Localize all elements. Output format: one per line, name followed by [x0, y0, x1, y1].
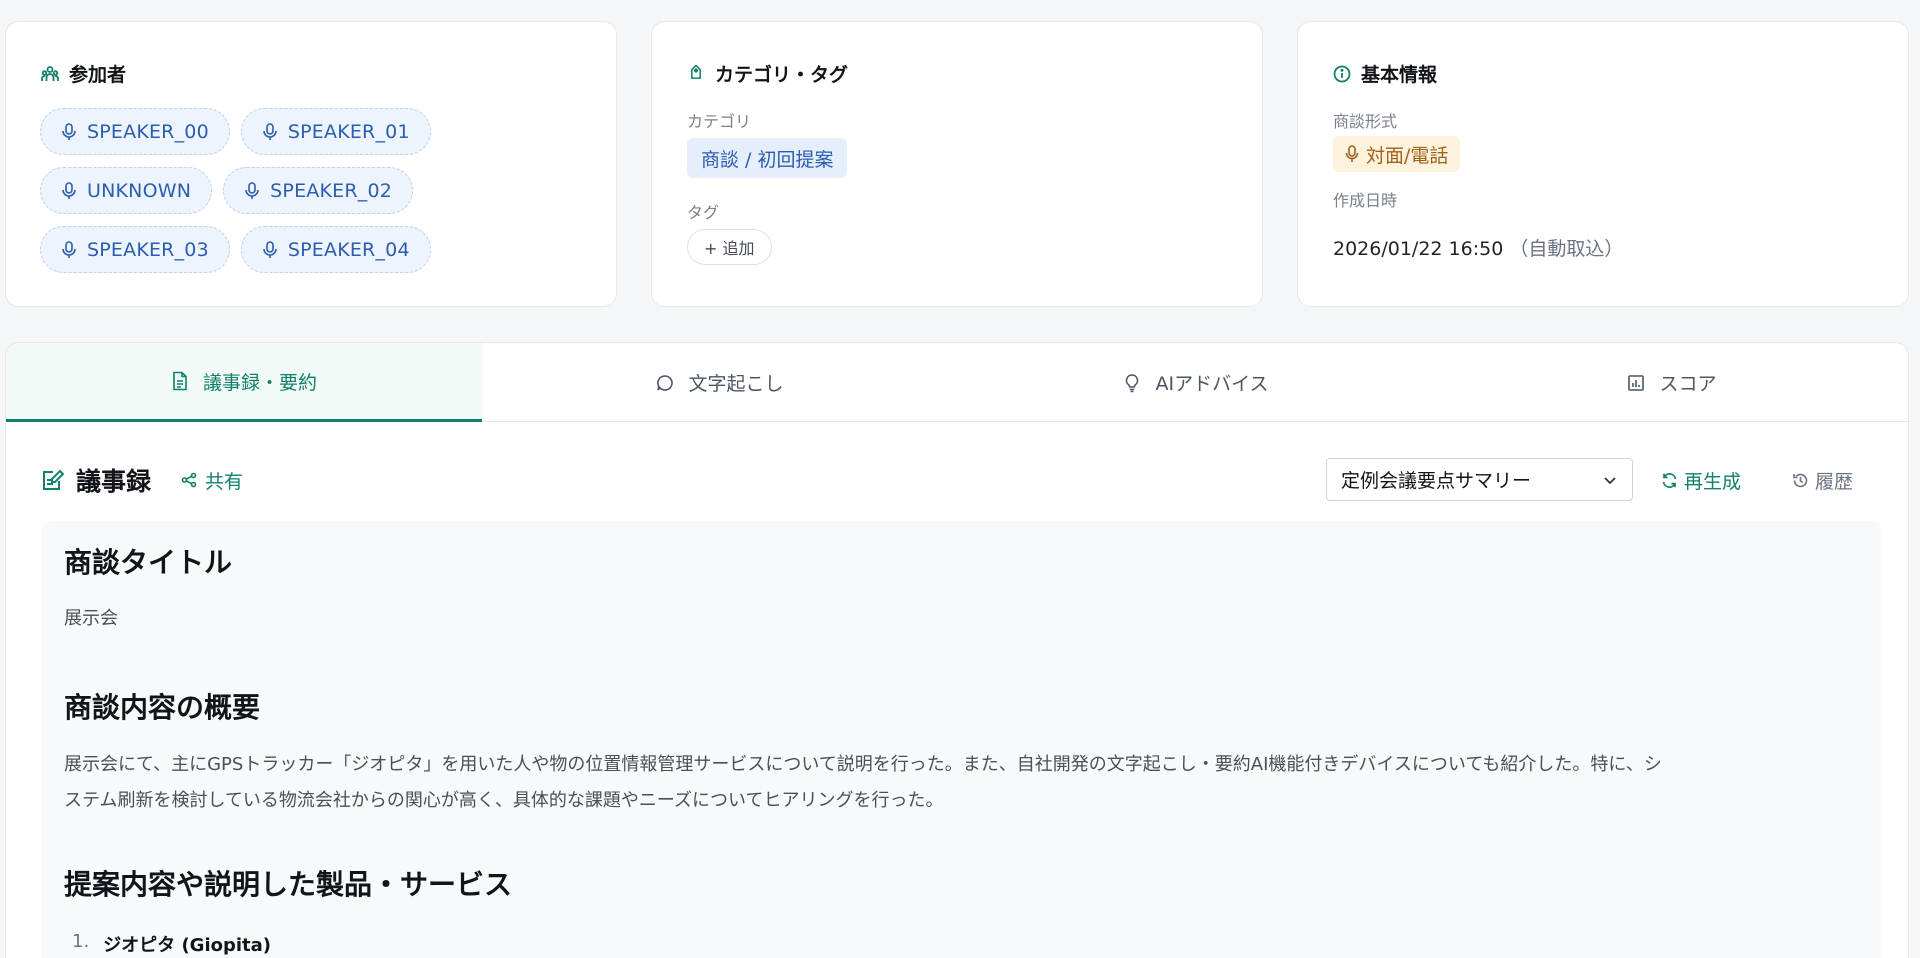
lightbulb-icon: [1123, 373, 1141, 393]
regenerate-button[interactable]: 再生成: [1661, 461, 1741, 499]
minutes-document: 商談タイトル 展示会 商談内容の概要 展示会にて、主にGPSトラッカー「ジオピタ…: [42, 521, 1881, 958]
speaker-chip[interactable]: SPEAKER_03: [40, 226, 230, 273]
microphone-icon: [244, 181, 260, 200]
basic-info-card: 基本情報 商談形式 対面/電話 作成日時 2026/01/22 16:50 （自…: [1297, 21, 1909, 307]
speaker-chip[interactable]: SPEAKER_02: [223, 167, 414, 214]
microphone-icon: [61, 122, 77, 141]
share-icon: [181, 472, 197, 488]
share-label: 共有: [205, 470, 244, 493]
list-item: 1. ジオピタ (Giopita): [72, 931, 271, 957]
meeting-type-value: 対面/電話: [1366, 144, 1449, 167]
tab-bar: 議事録・要約 文字起こし AIアドバイス スコア: [6, 343, 1908, 422]
speaker-name: SPEAKER_04: [287, 238, 410, 261]
refresh-icon: [1661, 472, 1678, 489]
section-heading-overview: 商談内容の概要: [64, 691, 261, 724]
microphone-icon: [61, 181, 77, 200]
list-item-number: 1.: [72, 931, 90, 952]
history-label: 履歴: [1815, 470, 1854, 493]
regenerate-label: 再生成: [1684, 470, 1742, 493]
tab-minutes-summary[interactable]: 議事録・要約: [6, 343, 482, 422]
speaker-chip[interactable]: SPEAKER_00: [40, 108, 230, 155]
tag-label: タグ: [687, 203, 720, 222]
microphone-icon: [262, 122, 278, 141]
speaker-name: UNKNOWN: [87, 179, 192, 202]
minutes-title: 議事録: [42, 462, 151, 498]
tag-icon: [687, 64, 705, 83]
people-icon: [41, 65, 59, 83]
speaker-list: SPEAKER_00 SPEAKER_01 UNKNOWN SPEAKER_02…: [40, 108, 600, 285]
category-label: カテゴリ: [687, 112, 752, 131]
section-text-title: 展示会: [64, 608, 118, 629]
tab-label: AIアドバイス: [1155, 373, 1269, 395]
category-value[interactable]: 商談 / 初回提案: [687, 138, 848, 178]
add-tag-button[interactable]: + 追加: [687, 229, 772, 265]
speaker-chip[interactable]: SPEAKER_01: [240, 108, 431, 155]
created-value: 2026/01/22 16:50: [1333, 238, 1504, 260]
participants-title: 参加者: [69, 64, 127, 86]
speaker-chip[interactable]: UNKNOWN: [40, 167, 213, 214]
info-header: 基本情報: [1333, 60, 1437, 87]
participants-header: 参加者: [41, 60, 126, 87]
section-heading-proposals: 提案内容や説明した製品・サービス: [64, 868, 513, 901]
participants-card: 参加者 SPEAKER_00 SPEAKER_01 UNKNOWN SPEAKE…: [5, 21, 617, 307]
list-item-text: ジオピタ (Giopita): [103, 935, 272, 956]
section-text-overview-line2: ステム刷新を検討している物流会社からの関心が高く、具体的な課題やニーズについてヒ…: [64, 790, 944, 811]
category-card: カテゴリ・タグ カテゴリ 商談 / 初回提案 タグ + 追加: [651, 21, 1263, 307]
history-button[interactable]: 履歴: [1792, 461, 1853, 499]
tab-label: スコア: [1659, 373, 1717, 395]
tab-label: 議事録・要約: [202, 371, 317, 394]
minutes-header: 議事録 共有: [42, 462, 243, 498]
main-panel: 議事録・要約 文字起こし AIアドバイス スコア 議事録 共有 定例会議要点サマ…: [5, 342, 1909, 958]
section-heading-title: 商談タイトル: [64, 546, 233, 579]
history-icon: [1792, 472, 1809, 489]
tab-ai-advice[interactable]: AIアドバイス: [958, 343, 1434, 422]
tab-label: 文字起こし: [688, 373, 784, 395]
speaker-chip[interactable]: SPEAKER_04: [240, 226, 431, 273]
info-icon: [1333, 65, 1351, 83]
speaker-name: SPEAKER_00: [87, 120, 209, 143]
chevron-down-icon: [1602, 472, 1618, 488]
document-icon: [171, 371, 189, 391]
speaker-name: SPEAKER_02: [270, 179, 393, 202]
tab-transcript[interactable]: 文字起こし: [482, 343, 958, 422]
edit-document-icon: [42, 468, 64, 492]
category-header: カテゴリ・タグ: [687, 60, 848, 87]
info-title: 基本情報: [1361, 64, 1438, 86]
bar-chart-icon: [1627, 373, 1645, 393]
minutes-title-text: 議事録: [76, 467, 152, 496]
share-button[interactable]: 共有: [181, 467, 243, 494]
created-note: （自動取込）: [1509, 238, 1624, 260]
meeting-type-label: 商談形式: [1333, 112, 1398, 131]
template-select-value: 定例会議要点サマリー: [1341, 470, 1532, 492]
speaker-name: SPEAKER_03: [87, 238, 209, 261]
created-datetime: 2026/01/22 16:50 （自動取込）: [1333, 234, 1623, 261]
meeting-type-badge: 対面/電話: [1333, 136, 1461, 172]
microphone-icon: [262, 240, 278, 259]
category-title: カテゴリ・タグ: [715, 64, 849, 86]
speaker-name: SPEAKER_01: [287, 120, 410, 143]
microphone-icon: [61, 240, 77, 259]
template-select[interactable]: 定例会議要点サマリー: [1326, 458, 1633, 501]
chat-bubble-icon: [656, 373, 674, 393]
tab-score[interactable]: スコア: [1434, 343, 1908, 422]
microphone-icon: [1345, 145, 1359, 163]
created-label: 作成日時: [1333, 191, 1398, 210]
section-text-overview-line1: 展示会にて、主にGPSトラッカー「ジオピタ」を用いた人や物の位置情報管理サービス…: [64, 754, 1662, 775]
